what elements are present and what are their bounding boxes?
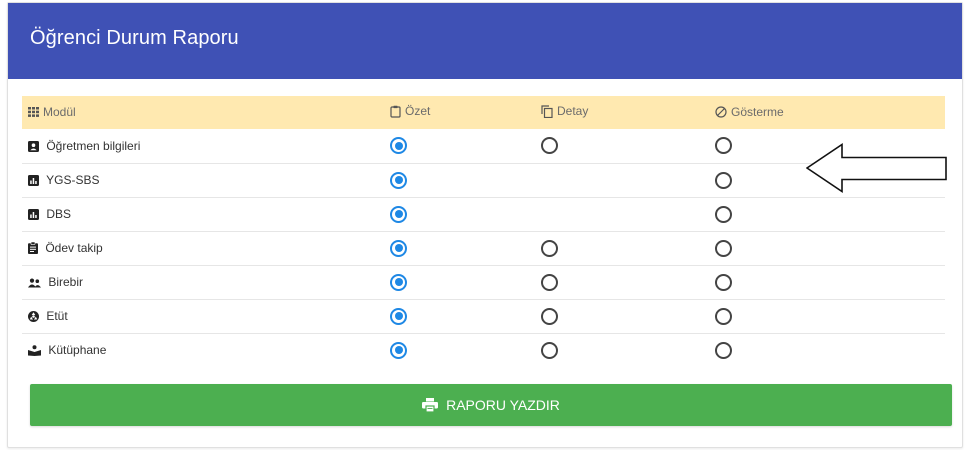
page-title: Öğrenci Durum Raporu bbox=[30, 26, 239, 49]
module-label: YGS-SBS bbox=[46, 173, 100, 187]
column-label: Detay bbox=[557, 104, 589, 119]
bar-chart-icon bbox=[28, 209, 39, 220]
detay-radio[interactable] bbox=[541, 341, 558, 359]
gosterme-radio[interactable] bbox=[715, 239, 732, 257]
module-cell: Öğretmen bilgileri bbox=[22, 129, 384, 163]
module-label: Birebir bbox=[48, 275, 84, 289]
ozet-radio[interactable] bbox=[390, 273, 407, 291]
column-header-detay: Detay bbox=[535, 96, 709, 129]
table-row: Birebir bbox=[22, 265, 945, 299]
table-row: Ödev takip bbox=[22, 231, 945, 265]
module-label: DBS bbox=[46, 207, 72, 221]
module-label: Ödev takip bbox=[45, 241, 103, 255]
module-label: Öğretmen bilgileri bbox=[46, 138, 141, 153]
detay-radio[interactable] bbox=[541, 307, 558, 325]
column-label: Özet bbox=[405, 104, 431, 119]
detay-radio[interactable] bbox=[541, 273, 558, 291]
module-cell: YGS-SBS bbox=[22, 163, 384, 197]
table-row: Etüt bbox=[22, 299, 945, 333]
bar-chart-icon bbox=[28, 175, 39, 186]
gosterme-radio[interactable] bbox=[715, 137, 732, 155]
grid-icon bbox=[28, 107, 39, 117]
column-label: Modül bbox=[43, 105, 76, 119]
gosterme-radio[interactable] bbox=[715, 273, 732, 291]
ozet-radio[interactable] bbox=[390, 307, 407, 325]
module-cell: Ödev takip bbox=[22, 231, 384, 265]
column-header-modul: Modül bbox=[22, 96, 384, 129]
left-arrow-icon bbox=[806, 143, 947, 193]
table-row: Kütüphane bbox=[22, 333, 945, 367]
reader-icon bbox=[28, 345, 41, 357]
ozet-radio[interactable] bbox=[390, 171, 407, 189]
clipboard-list-icon bbox=[28, 242, 38, 254]
ozet-radio[interactable] bbox=[390, 137, 407, 155]
module-cell: DBS bbox=[22, 197, 384, 231]
print-button-label: RAPORU YAZDIR bbox=[446, 397, 560, 413]
column-header-gosterme: Gösterme bbox=[709, 96, 945, 129]
gosterme-radio[interactable] bbox=[715, 171, 732, 189]
module-label: Kütüphane bbox=[48, 343, 107, 358]
ozet-radio[interactable] bbox=[390, 205, 407, 223]
gosterme-radio[interactable] bbox=[715, 307, 732, 325]
module-cell: Kütüphane bbox=[22, 333, 384, 367]
column-label: Gösterme bbox=[731, 104, 784, 119]
module-cell: Birebir bbox=[22, 265, 384, 299]
module-table: Modül Özet Detay Gösterme Öğretmen bilgi… bbox=[22, 96, 945, 367]
module-label: Etüt bbox=[46, 309, 68, 323]
column-header-ozet: Özet bbox=[384, 96, 535, 129]
gosterme-radio[interactable] bbox=[715, 341, 732, 359]
contact-card-icon bbox=[28, 140, 39, 152]
atom-icon bbox=[28, 311, 39, 322]
module-cell: Etüt bbox=[22, 299, 384, 333]
ozet-radio[interactable] bbox=[390, 341, 407, 359]
detay-radio[interactable] bbox=[541, 137, 558, 155]
gosterme-radio[interactable] bbox=[715, 205, 732, 223]
ozet-radio[interactable] bbox=[390, 239, 407, 257]
copy-icon bbox=[541, 105, 553, 118]
card-header: Öğrenci Durum Raporu bbox=[8, 3, 962, 79]
clipboard-icon bbox=[390, 105, 401, 118]
table-header-row: Modül Özet Detay Gösterme bbox=[22, 96, 945, 129]
printer-icon bbox=[422, 398, 439, 412]
table-row: DBS bbox=[22, 197, 945, 231]
people-icon bbox=[28, 278, 41, 288]
block-icon bbox=[715, 105, 727, 118]
print-report-button[interactable]: RAPORU YAZDIR bbox=[30, 384, 952, 426]
detay-radio[interactable] bbox=[541, 239, 558, 257]
